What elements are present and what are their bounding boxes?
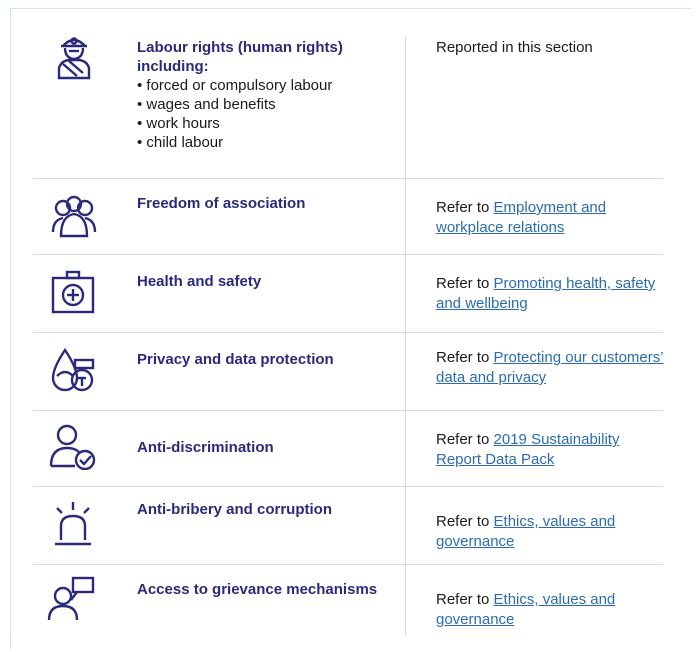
- reference-text: Refer to: [436, 275, 494, 292]
- reference-cell: Refer to Protecting our customers’ data …: [436, 348, 666, 388]
- issue-bullets: forced or compulsory labour wages and be…: [137, 76, 392, 152]
- table-row: Health and safety Refer to Promoting hea…: [33, 254, 663, 333]
- speech-person-icon: [45, 574, 103, 622]
- table-row: Access to grievance mechanisms Refer to …: [33, 564, 663, 638]
- reference-text: Refer to: [436, 513, 494, 530]
- reference-text: Refer to: [436, 591, 494, 608]
- table-row: Anti-bribery and corruption Refer to Eth…: [33, 486, 663, 565]
- issue-title: Privacy and data protection: [137, 351, 334, 368]
- table-row: Freedom of association Refer to Employme…: [33, 178, 663, 255]
- data-privacy-icon: [45, 346, 103, 394]
- issue-title: Freedom of association: [137, 195, 306, 212]
- reference-cell: Reported in this section: [436, 38, 666, 58]
- bullet-item: wages and benefits: [137, 95, 392, 114]
- alarm-icon: [45, 500, 103, 548]
- reference-cell: Refer to Ethics, values and governance: [436, 512, 666, 552]
- reference-text: Refer to: [436, 349, 494, 366]
- bullet-item: forced or compulsory labour: [137, 76, 392, 95]
- reference-text: Refer to: [436, 431, 494, 448]
- issue-title: Anti-discrimination: [137, 439, 274, 456]
- reference-cell: Refer to 2019 Sustainability Report Data…: [436, 430, 666, 470]
- worker-icon: [45, 32, 103, 80]
- person-check-icon: [45, 422, 103, 471]
- reference-cell: Refer to Employment and workplace relati…: [436, 198, 666, 238]
- reference-cell: Refer to Promoting health, safety and we…: [436, 274, 666, 314]
- issue-title: Anti-bribery and corruption: [137, 501, 332, 518]
- table-row: Anti-discrimination Refer to 2019 Sustai…: [33, 410, 663, 487]
- table-row: Privacy and data protection Refer to Pro…: [33, 332, 666, 411]
- bullet-item: work hours: [137, 114, 392, 133]
- issue-title: Labour rights (human rights) including:: [137, 39, 343, 75]
- issue-title: Access to grievance mechanisms: [137, 581, 378, 598]
- issue-title: Health and safety: [137, 273, 262, 290]
- reference-text: Refer to: [436, 199, 494, 216]
- bullet-item: child labour: [137, 133, 392, 152]
- table-row: Labour rights (human rights) including: …: [33, 24, 663, 179]
- group-people-icon: [45, 192, 103, 240]
- reference-cell: Refer to Ethics, values and governance: [436, 590, 666, 630]
- reference-text: Reported in this section: [436, 39, 593, 56]
- first-aid-kit-icon: [45, 268, 103, 316]
- issue-cell: Labour rights (human rights) including: …: [137, 38, 392, 152]
